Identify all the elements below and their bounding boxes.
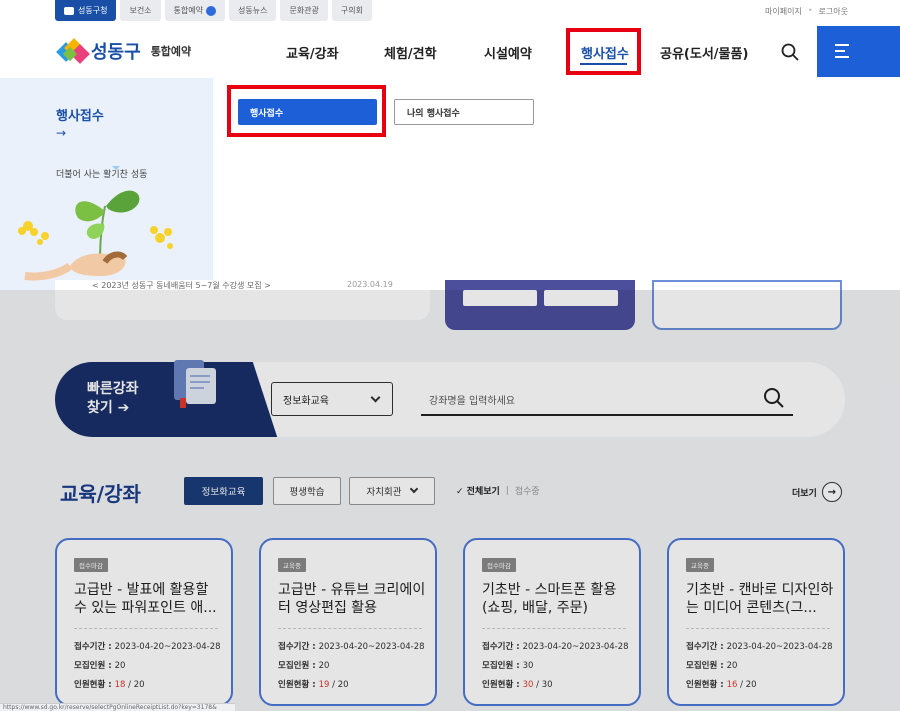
banner-card[interactable] [652,280,842,330]
logo-icon [56,38,90,64]
site-tab-news[interactable]: 성동뉴스 [229,0,277,21]
section-title: 교육/강좌 [56,478,145,507]
nav-experience[interactable]: 체험/견학 [384,26,437,78]
filter-lifelong-learning[interactable]: 평생학습 [273,477,341,505]
promo-card[interactable] [445,280,635,330]
notice-date: 2023.04.19 [347,280,393,289]
category-select[interactable]: 정보화교육 [271,382,393,416]
monitor-illustration-icon [174,360,216,408]
separator: • [807,6,813,15]
course-card[interactable]: 교육중고급반 - 유튜브 크리에이터 영상편집 활용접수기간 : 2023-04… [259,538,437,706]
site-logo[interactable]: 성동구 통합예약 [56,38,192,64]
top-utility-bar: 성동구청 보건소 통합예약 성동뉴스 문화관광 구의회 마이페이지 • 로그아웃 [0,0,900,26]
nav-sharing[interactable]: 공유(도서/물품) [660,26,748,78]
divider [74,628,218,629]
browser-status-bar: https://www.sd.go.kr/reserve/selectPgOnl… [0,703,235,711]
course-search-placeholder: 강좌명을 입력하세요 [429,395,515,407]
divider [278,628,422,629]
divider [686,628,830,629]
chevron-down-icon [410,484,419,494]
course-quota: 모집인원 : 20 [686,661,738,671]
site-tab-seongdong[interactable]: 성동구청 [55,0,117,21]
course-title[interactable]: 기초반 - 캔바로 디자인하는 미디어 콘텐츠(그... [686,581,834,617]
quick-search-bar: 빠른강좌 찾기 ➔ 정보화교육 강좌명을 입력하세요 [55,360,845,437]
course-title[interactable]: 기초반 - 스마트폰 활용(쇼핑, 배달, 주문) [482,581,630,617]
site-tab-label: 문화관광 [289,6,319,15]
main-header: 성동구 통합예약 교육/강좌 체험/견학 시설예약 행사접수 공유(도서/물품) [0,26,900,78]
course-period: 접수기간 : 2023-04-20~2023-04-28 [74,642,221,652]
notice-card[interactable]: < 2023년 성동구 동네배움터 5~7월 수강생 모집 > 2023.04.… [55,280,430,320]
course-status: 인원현황 : 19 / 20 [278,680,349,690]
site-tab-label: 구의회 [340,6,363,15]
course-period: 접수기간 : 2023-04-20~2023-04-28 [482,642,629,652]
highlight-box-nav [566,28,641,75]
site-tab-health[interactable]: 보건소 [120,0,161,21]
arrow-right-icon: → [821,482,842,502]
course-card[interactable]: 교육중기초반 - 캔바로 디자인하는 미디어 콘텐츠(그... 접수기간 : 20… [667,538,845,706]
site-tab-label: 성동구청 [78,6,108,15]
course-title[interactable]: 고급반 - 유튜브 크리에이터 영상편집 활용 [278,581,426,617]
site-tab-reservation[interactable]: 통합예약 [164,0,225,21]
user-links: 마이페이지 • 로그아웃 [765,6,848,17]
site-tab-label: 통합예약 [173,6,203,15]
site-tab-culture[interactable]: 문화관광 [280,0,328,21]
filter-community-center-label: 자치회관 [366,487,402,498]
course-quota: 모집인원 : 20 [278,661,330,671]
nav-education[interactable]: 교육/강좌 [286,26,339,78]
view-toggle: ✓ 전체보기 | 접수중 [456,484,540,498]
filter-community-center[interactable]: 자치회관 [349,477,435,505]
status-badge: 교육중 [686,558,714,572]
mypage-link[interactable]: 마이페이지 [765,6,802,17]
all-menu-button[interactable] [817,26,900,77]
submenu-my-events[interactable]: 나의 행사접수 [394,99,534,125]
course-quota: 모집인원 : 30 [482,661,534,671]
status-badge: 접수마감 [482,558,516,572]
course-title[interactable]: 고급반 - 발표에 활용할 수 있는 파워포인트 애... [74,581,222,617]
site-tab-council[interactable]: 구의회 [331,0,372,21]
main-content: < 2023년 성동구 동네배움터 5~7월 수강생 모집 > 2023.04.… [0,280,900,711]
course-card[interactable]: 접수마감고급반 - 발표에 활용할 수 있는 파워포인트 애... 접수기간 : … [55,538,233,706]
status-badge: 교육중 [278,558,306,572]
site-tab-label: 보건소 [129,6,152,15]
nav-dropdown-panel: 행사접수 → 더불어 사는 활기찬 성동 행사접수 나의 행사접수 [0,78,900,290]
view-all-toggle[interactable]: ✓ 전체보기 [456,484,500,497]
course-status: 인원현황 : 30 / 30 [482,680,553,690]
separator: | [505,485,509,496]
search-icon[interactable] [780,42,800,62]
search-icon[interactable] [763,387,785,409]
notice-title: < 2023년 성동구 동네배움터 5~7월 수강생 모집 > [92,281,271,290]
logo-subtitle: 통합예약 [150,45,192,58]
quick-search-title: 빠른강좌 찾기 ➔ [87,381,139,416]
reservation-icon [206,5,216,16]
course-quota: 모집인원 : 20 [74,661,126,671]
status-badge: 접수마감 [74,558,108,572]
more-label: 더보기 [792,488,817,499]
site-tabs: 성동구청 보건소 통합예약 성동뉴스 문화관광 구의회 [55,0,372,21]
chevron-down-icon [370,392,381,403]
filter-info-education[interactable]: 정보화교육 [184,477,263,505]
dropdown-title: 행사접수 [56,109,104,124]
course-card[interactable]: 접수마감기초반 - 스마트폰 활용(쇼핑, 배달, 주문) 접수기간 : 2023… [463,538,641,706]
arrow-right-icon[interactable]: → [56,126,66,140]
site-icon [64,6,74,15]
nav-facility[interactable]: 시설예약 [484,26,532,78]
dropdown-sidebar: 행사접수 → 더불어 사는 활기찬 성동 [0,78,213,290]
logo-name: 성동구 [91,42,141,63]
plant-illustration-icon [18,166,173,281]
course-period: 접수기간 : 2023-04-20~2023-04-28 [278,642,425,652]
course-period: 접수기간 : 2023-04-20~2023-04-28 [686,642,833,652]
divider [482,628,626,629]
logout-link[interactable]: 로그아웃 [819,6,848,17]
course-status: 인원현황 : 16 / 20 [686,680,757,690]
site-tab-label: 성동뉴스 [238,6,268,15]
course-status: 인원현황 : 18 / 20 [74,680,145,690]
more-link[interactable]: 더보기 → [792,482,842,502]
category-select-value: 정보화교육 [283,395,329,407]
course-search-input[interactable]: 강좌명을 입력하세요 [421,384,793,416]
highlight-box-submenu [227,85,386,137]
view-open-toggle[interactable]: 접수중 [515,484,540,497]
